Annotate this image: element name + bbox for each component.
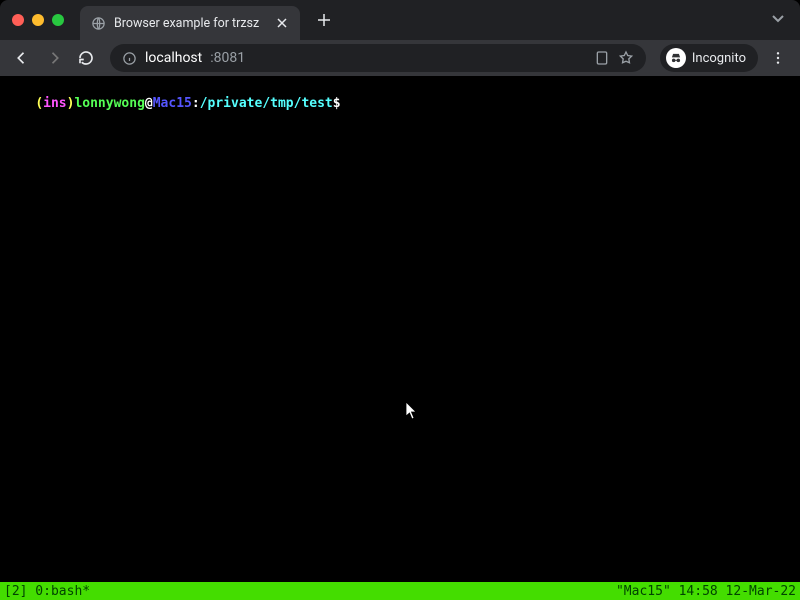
site-info-icon[interactable] xyxy=(122,51,137,66)
back-button[interactable] xyxy=(8,44,36,72)
new-tab-button[interactable] xyxy=(310,6,338,34)
close-tab-icon[interactable] xyxy=(274,15,290,31)
terminal-viewport[interactable]: (ins)lonnywong@Mac15:/private/tmp/test$ … xyxy=(0,76,800,600)
reload-button[interactable] xyxy=(72,44,100,72)
incognito-indicator[interactable]: Incognito xyxy=(660,44,758,72)
browser-toolbar: localhost :8081 Incognito xyxy=(0,40,800,76)
terminal-output: (ins)lonnywong@Mac15:/private/tmp/test$ xyxy=(0,76,800,582)
window-titlebar: Browser example for trzsz xyxy=(0,0,800,40)
shell-prompt: (ins)lonnywong@Mac15:/private/tmp/test$ xyxy=(35,96,340,111)
chevron-down-icon[interactable] xyxy=(770,10,786,30)
window-minimize-button[interactable] xyxy=(32,14,44,26)
tmux-status-bar: [2] 0:bash* "Mac15" 14:58 12-Mar-22 xyxy=(0,582,800,600)
incognito-label: Incognito xyxy=(692,51,746,66)
window-controls xyxy=(12,14,64,26)
incognito-icon xyxy=(666,48,686,68)
bookmark-star-icon[interactable] xyxy=(618,50,634,66)
forward-button[interactable] xyxy=(40,44,68,72)
tmux-status-right: "Mac15" 14:58 12-Mar-22 xyxy=(616,583,796,600)
address-bar[interactable]: localhost :8081 xyxy=(110,44,646,72)
window-maximize-button[interactable] xyxy=(52,14,64,26)
browser-menu-button[interactable] xyxy=(764,44,792,72)
browser-tab[interactable]: Browser example for trzsz xyxy=(80,6,300,40)
url-host: localhost xyxy=(145,50,202,66)
install-app-icon[interactable] xyxy=(594,50,610,66)
window-close-button[interactable] xyxy=(12,14,24,26)
tab-title: Browser example for trzsz xyxy=(114,16,266,31)
globe-icon xyxy=(90,15,106,31)
tmux-status-left: [2] 0:bash* xyxy=(4,583,90,600)
url-port: :8081 xyxy=(210,50,245,66)
